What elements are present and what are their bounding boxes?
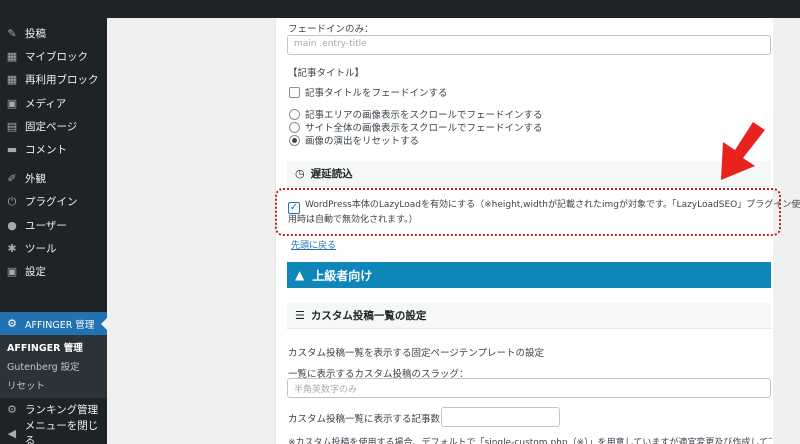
sidebar-item-media[interactable]: ▣ メディア bbox=[0, 92, 107, 115]
custom-post-note: ※カスタム投稿を使用する場合、デフォルトで「single-custom.php（… bbox=[288, 438, 772, 444]
affinger-submenu: AFFINGER 管理 Gutenberg 設定 リセット bbox=[0, 335, 107, 399]
title-fadein-checkbox[interactable] bbox=[289, 87, 300, 98]
article-title-heading: 【記事タイトル】 bbox=[288, 68, 365, 79]
sidebar-item-label: メディア bbox=[25, 97, 67, 110]
red-arrow-icon bbox=[721, 122, 765, 180]
sidebar-item-comments[interactable]: ▬ コメント bbox=[0, 138, 107, 161]
user-icon: ● bbox=[7, 218, 17, 232]
sidebar-item-users[interactable]: ● ユーザー bbox=[0, 214, 107, 237]
sidebar-item-label: コメント bbox=[25, 144, 67, 157]
sidebar-item-label: 外観 bbox=[25, 173, 46, 186]
sidebar-item-my-blocks[interactable]: ▦ マイブロック bbox=[0, 45, 107, 68]
fadein-input[interactable]: main .entry-title bbox=[287, 35, 771, 55]
fadein-label: フェードインのみ： bbox=[288, 24, 374, 35]
comment-icon: ▬ bbox=[6, 143, 18, 157]
sidebar-item-affinger[interactable]: ⚙ AFFINGER 管理 bbox=[0, 312, 107, 336]
sidebar-item-label: AFFINGER 管理 bbox=[25, 319, 95, 331]
radio-article-images-label: 記事エリアの画像表示をスクロールでフェードインする bbox=[305, 110, 543, 121]
post-count-input[interactable] bbox=[441, 407, 560, 427]
advanced-section-bar: ▲ 上級者向け bbox=[287, 262, 771, 288]
collapse-icon: ◀ bbox=[7, 426, 17, 440]
sidebar-item-plugins[interactable]: ⏻ プラグイン bbox=[0, 190, 107, 213]
list-icon: ☰ bbox=[295, 309, 305, 322]
plugin-icon: ⏻ bbox=[7, 194, 17, 208]
gear-icon: ⚙ bbox=[7, 403, 17, 417]
wrench-icon: ✱ bbox=[7, 241, 17, 255]
radio-site-images[interactable] bbox=[289, 122, 300, 133]
settings-icon: ▣ bbox=[6, 264, 18, 278]
radio-reset-images-label: 画像の演出をリセットする bbox=[305, 136, 420, 147]
highlight-callout bbox=[275, 188, 781, 236]
sidebar-item-label: メニューを閉じる bbox=[24, 420, 99, 444]
sidebar-item-label: マイブロック bbox=[25, 51, 88, 64]
brush-icon: ✐ bbox=[7, 172, 17, 186]
post-count-label: カスタム投稿一覧に表示する記事数： bbox=[288, 414, 450, 425]
sidebar-collapse-menu[interactable]: ◀ メニューを閉じる bbox=[0, 420, 107, 444]
sidebar-item-label: ツール bbox=[25, 242, 57, 255]
submenu-affinger-manage[interactable]: AFFINGER 管理 bbox=[0, 339, 107, 358]
radio-reset-images[interactable] bbox=[289, 135, 300, 146]
warning-icon: ▲ bbox=[295, 268, 305, 282]
page-icon: ▤ bbox=[6, 119, 18, 133]
submenu-reset[interactable]: リセット bbox=[0, 377, 107, 396]
sidebar-item-appearance[interactable]: ✐ 外観 bbox=[0, 167, 107, 190]
sidebar-item-tools[interactable]: ✱ ツール bbox=[0, 237, 107, 260]
sidebar-item-settings[interactable]: ▣ 設定 bbox=[0, 260, 107, 283]
sidebar-item-label: ユーザー bbox=[25, 219, 67, 232]
advanced-section-title: 上級者向け bbox=[312, 268, 373, 283]
custom-post-section-title: カスタム投稿一覧の設定 bbox=[310, 310, 427, 322]
back-to-top-link[interactable]: 先頭に戻る bbox=[291, 238, 336, 251]
clock-icon: ◷ bbox=[295, 167, 305, 180]
sidebar-item-label: 設定 bbox=[25, 265, 46, 278]
sidebar-item-label: 投稿 bbox=[25, 28, 46, 41]
sidebar-item-label: ランキング管理 bbox=[25, 404, 99, 417]
lazy-load-section-title: 遅延読込 bbox=[310, 168, 353, 180]
sidebar-item-pages[interactable]: ▤ 固定ページ bbox=[0, 115, 107, 138]
media-icon: ▣ bbox=[6, 96, 18, 110]
title-fadein-label: 記事タイトルをフェードインする bbox=[305, 88, 448, 99]
radio-site-images-label: サイト全体の画像表示をスクロールでフェードインする bbox=[305, 123, 543, 134]
lazy-load-section-header: ◷ 遅延読込 bbox=[287, 161, 771, 187]
admin-sidebar: ✎ 投稿 ▦ マイブロック ▦ 再利用ブロック ▣ メディア ▤ 固定ページ ▬ コメント … bbox=[0, 18, 107, 444]
grid-icon: ▦ bbox=[6, 73, 18, 87]
sidebar-item-label: 再利用ブロック bbox=[25, 74, 99, 87]
radio-article-images[interactable] bbox=[289, 109, 300, 120]
pin-icon: ✎ bbox=[7, 27, 17, 41]
gear-icon: ⚙ bbox=[7, 317, 17, 331]
custom-post-section-header: ☰ カスタム投稿一覧の設定 bbox=[287, 303, 771, 329]
sidebar-item-reusable-blocks[interactable]: ▦ 再利用ブロック bbox=[0, 68, 107, 91]
sidebar-item-posts[interactable]: ✎ 投稿 bbox=[0, 22, 107, 45]
submenu-gutenberg-settings[interactable]: Gutenberg 設定 bbox=[0, 358, 107, 377]
admin-top-bar bbox=[0, 0, 800, 18]
slug-input[interactable]: 半角英数字のみ bbox=[287, 378, 771, 398]
sidebar-item-label: プラグイン bbox=[25, 196, 78, 209]
grid-icon: ▦ bbox=[6, 50, 18, 64]
custom-post-description: カスタム投稿一覧を表示する固定ページテンプレートの設定 bbox=[288, 348, 545, 359]
sidebar-item-label: 固定ページ bbox=[25, 120, 78, 133]
